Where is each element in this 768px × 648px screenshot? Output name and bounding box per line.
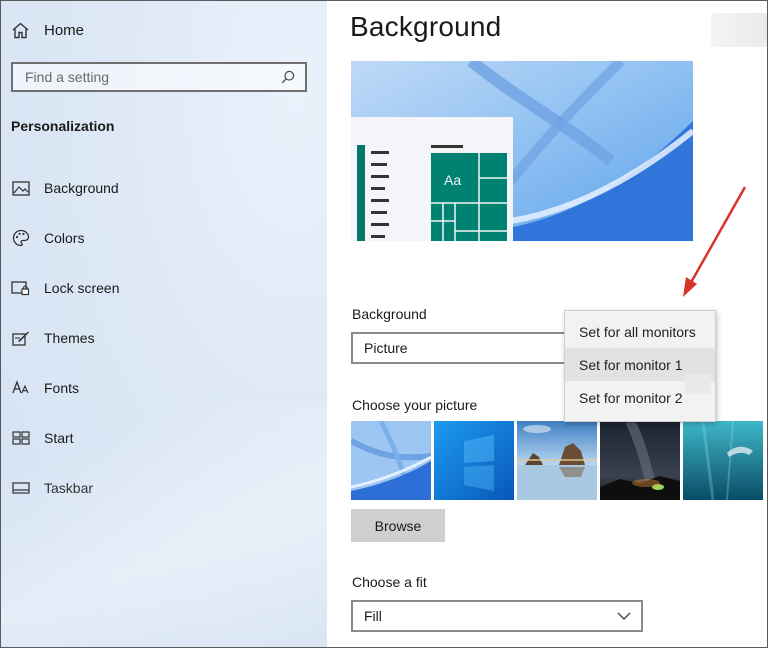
thumbnail-windows-bloom[interactable] (351, 421, 431, 500)
section-title: Personalization (11, 118, 115, 134)
sidebar-item-label: Fonts (44, 380, 80, 396)
home-nav-item[interactable]: Home (11, 19, 84, 41)
fit-dropdown[interactable]: Fill (351, 600, 643, 632)
choose-picture-label: Choose your picture (352, 397, 478, 413)
sidebar-item-background[interactable]: Background (11, 163, 311, 213)
background-dropdown-value: Picture (364, 340, 408, 356)
fonts-icon (11, 379, 30, 398)
sidebar-item-colors[interactable]: Colors (11, 213, 311, 263)
thumbnail-beach-rocks[interactable] (517, 421, 597, 500)
lock-screen-icon (11, 279, 30, 298)
picture-thumbnails (351, 421, 763, 501)
search-icon[interactable] (281, 70, 295, 84)
sidebar-item-label: Themes (44, 330, 95, 346)
thumbnail-underwater[interactable] (683, 421, 763, 500)
sidebar-item-fonts[interactable]: Fonts (11, 363, 311, 413)
picture-icon (11, 179, 30, 198)
sidebar-nav: Background Colors Lock screen Themes Fon… (11, 175, 311, 525)
taskbar-icon (11, 479, 30, 498)
sidebar-item-label: Background (44, 180, 119, 196)
home-icon (12, 22, 29, 38)
thumbnail-windows-light[interactable] (434, 421, 514, 500)
start-icon (11, 429, 30, 448)
search-box[interactable] (11, 62, 307, 92)
sidebar-item-start[interactable]: Start (11, 413, 311, 463)
fit-dropdown-value: Fill (364, 608, 382, 624)
sidebar-item-label: Lock screen (44, 280, 120, 296)
thumbnail-night-sky[interactable] (600, 421, 680, 500)
redacted-area (685, 374, 711, 394)
home-label: Home (44, 21, 85, 39)
chevron-down-icon (617, 612, 631, 620)
menu-item-set-all-monitors[interactable]: Set for all monitors (565, 315, 715, 348)
preview-tile-text: Aa (444, 172, 461, 188)
sidebar: Home Personalization Background Colors (1, 1, 327, 647)
sidebar-item-lock-screen[interactable]: Lock screen (11, 263, 311, 313)
sidebar-item-label: Colors (44, 230, 85, 246)
background-label: Background (352, 306, 427, 322)
palette-icon (11, 229, 30, 248)
settings-window: Home Personalization Background Colors (0, 0, 768, 648)
desktop-preview: Aa (351, 61, 693, 241)
themes-icon (11, 329, 30, 348)
choose-fit-label: Choose a fit (352, 574, 427, 590)
browse-button[interactable]: Browse (351, 509, 445, 542)
sidebar-item-themes[interactable]: Themes (11, 313, 311, 363)
redacted-area (711, 13, 767, 47)
search-input[interactable] (25, 69, 265, 85)
page-title: Background (350, 11, 502, 42)
sidebar-item-taskbar[interactable]: Taskbar (11, 463, 311, 513)
monitor-context-menu: Set for all monitors Set for monitor 1 S… (564, 310, 716, 422)
sidebar-item-label: Start (44, 430, 74, 446)
sidebar-item-label: Taskbar (44, 480, 94, 496)
